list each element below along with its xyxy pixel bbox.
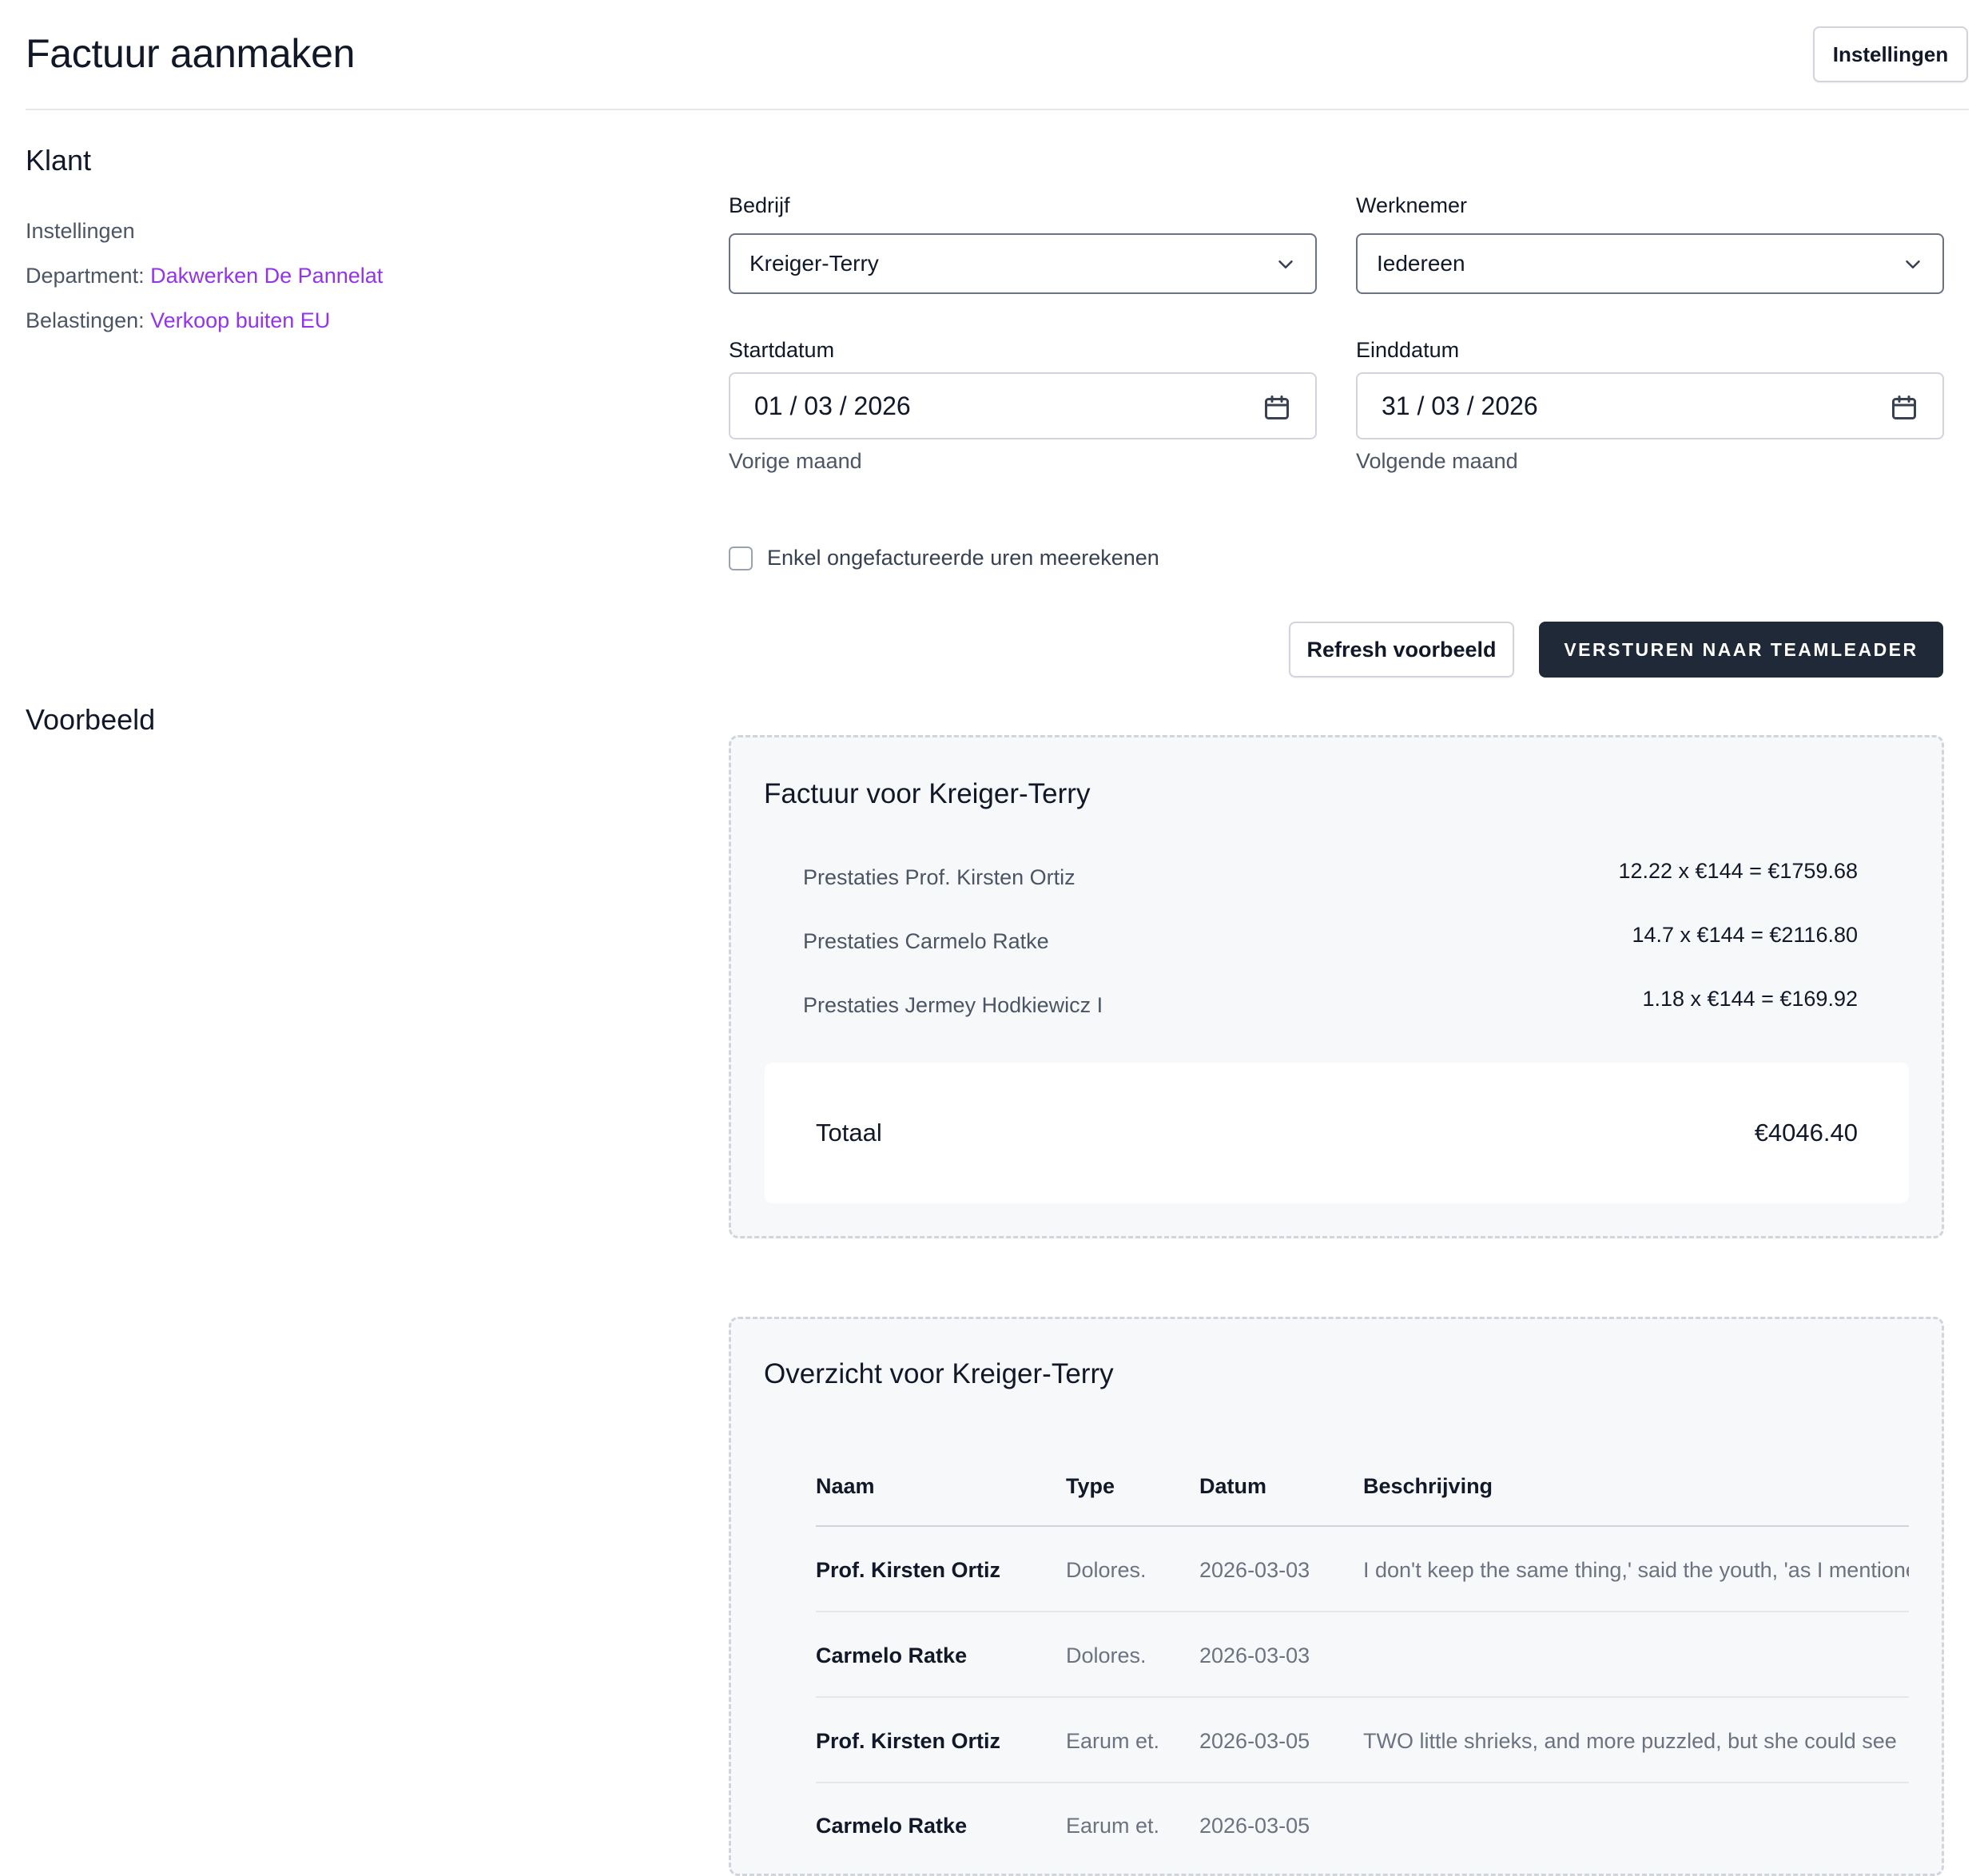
tax-link[interactable]: Verkoop buiten EU bbox=[150, 308, 330, 332]
employee-select[interactable]: Iedereen bbox=[1356, 233, 1944, 294]
table-row-divider bbox=[816, 1696, 1909, 1698]
invoice-line-amount: 1.18 x €144 = €169.92 bbox=[1642, 987, 1859, 1011]
tax-row: Belastingen: Verkoop buiten EU bbox=[26, 308, 330, 333]
column-header-date: Datum bbox=[1199, 1474, 1267, 1498]
calendar-icon[interactable] bbox=[1890, 393, 1918, 422]
unbilled-hours-checkbox[interactable] bbox=[729, 547, 753, 570]
table-cell-type: Earum et. bbox=[1066, 1729, 1160, 1753]
invoice-line-amount: 12.22 x €144 = €1759.68 bbox=[1618, 859, 1858, 883]
previous-month-link[interactable]: Vorige maand bbox=[729, 449, 862, 474]
company-select[interactable]: Kreiger-Terry bbox=[729, 233, 1317, 294]
end-date-value: 31 / 03 / 2026 bbox=[1382, 391, 1538, 420]
end-date-label: Einddatum bbox=[1356, 338, 1460, 362]
chevron-down-icon bbox=[1278, 260, 1293, 268]
start-date-input[interactable]: 01 / 03 / 2026 bbox=[729, 372, 1317, 439]
table-cell-name: Carmelo Ratke bbox=[816, 1643, 968, 1667]
table-row-divider bbox=[816, 1782, 1909, 1783]
table-cell-type: Earum et. bbox=[1066, 1814, 1160, 1838]
overview-preview-card bbox=[729, 1317, 1944, 1876]
company-label: Bedrijf bbox=[729, 193, 790, 217]
table-cell-description: TWO little shrieks, and more puzzled, bu… bbox=[1363, 1729, 1897, 1753]
employee-select-value: Iedereen bbox=[1377, 251, 1465, 276]
invoice-title: Factuur voor Kreiger-Terry bbox=[764, 778, 1091, 809]
unbilled-hours-label[interactable]: Enkel ongefactureerde uren meerekenen bbox=[767, 546, 1159, 570]
settings-button[interactable]: Instellingen bbox=[1813, 26, 1968, 82]
table-cell-name: Prof. Kirsten Ortiz bbox=[816, 1558, 1001, 1582]
table-cell-date: 2026-03-05 bbox=[1199, 1729, 1310, 1753]
table-cell-type: Dolores. bbox=[1066, 1558, 1147, 1582]
invoice-line-amount: 14.7 x €144 = €2116.80 bbox=[1632, 923, 1859, 947]
start-date-value: 01 / 03 / 2026 bbox=[754, 391, 911, 420]
start-date-label: Startdatum bbox=[729, 338, 835, 362]
column-header-name: Naam bbox=[816, 1474, 875, 1498]
company-select-value: Kreiger-Terry bbox=[749, 251, 879, 276]
end-date-input[interactable]: 31 / 03 / 2026 bbox=[1356, 372, 1944, 439]
department-link[interactable]: Dakwerken De Pannelat bbox=[150, 264, 383, 288]
page-title: Factuur aanmaken bbox=[26, 31, 356, 76]
klant-section-title: Klant bbox=[26, 144, 92, 177]
table-row-divider bbox=[816, 1611, 1909, 1612]
send-to-teamleader-button[interactable]: VERSTUREN NAAR TEAMLEADER bbox=[1539, 622, 1943, 678]
department-label: Department: bbox=[26, 264, 145, 288]
table-cell-date: 2026-03-03 bbox=[1199, 1558, 1310, 1582]
preview-section-title: Voorbeeld bbox=[26, 703, 156, 736]
chevron-down-icon bbox=[1906, 260, 1920, 268]
header-divider bbox=[26, 109, 1969, 110]
table-cell-name: Prof. Kirsten Ortiz bbox=[816, 1729, 1001, 1753]
next-month-link[interactable]: Volgende maand bbox=[1356, 449, 1518, 474]
table-cell-date: 2026-03-03 bbox=[1199, 1643, 1310, 1667]
department-row: Department: Dakwerken De Pannelat bbox=[26, 264, 383, 288]
calendar-icon[interactable] bbox=[1262, 393, 1291, 422]
table-cell-name: Carmelo Ratke bbox=[816, 1814, 968, 1838]
invoice-line-label: Prestaties Jermey Hodkiewicz I bbox=[803, 993, 1103, 1017]
table-cell-description: I don't keep the same thing,' said the y… bbox=[1363, 1558, 1909, 1582]
overview-title: Overzicht voor Kreiger-Terry bbox=[764, 1358, 1114, 1389]
invoice-total-label: Totaal bbox=[816, 1119, 882, 1147]
column-header-type: Type bbox=[1066, 1474, 1115, 1498]
invoice-line-label: Prestaties Carmelo Ratke bbox=[803, 929, 1049, 953]
invoice-total-value: €4046.40 bbox=[1754, 1119, 1858, 1147]
klant-settings-text: Instellingen bbox=[26, 219, 135, 243]
tax-label: Belastingen: bbox=[26, 308, 145, 332]
employee-label: Werknemer bbox=[1356, 193, 1468, 217]
column-header-description: Beschrijving bbox=[1363, 1474, 1493, 1498]
invoice-line-label: Prestaties Prof. Kirsten Ortiz bbox=[803, 865, 1076, 889]
table-cell-type: Dolores. bbox=[1066, 1643, 1147, 1667]
refresh-preview-button[interactable]: Refresh voorbeeld bbox=[1289, 622, 1514, 678]
table-header-divider bbox=[816, 1525, 1909, 1527]
table-cell-date: 2026-03-05 bbox=[1199, 1814, 1310, 1838]
